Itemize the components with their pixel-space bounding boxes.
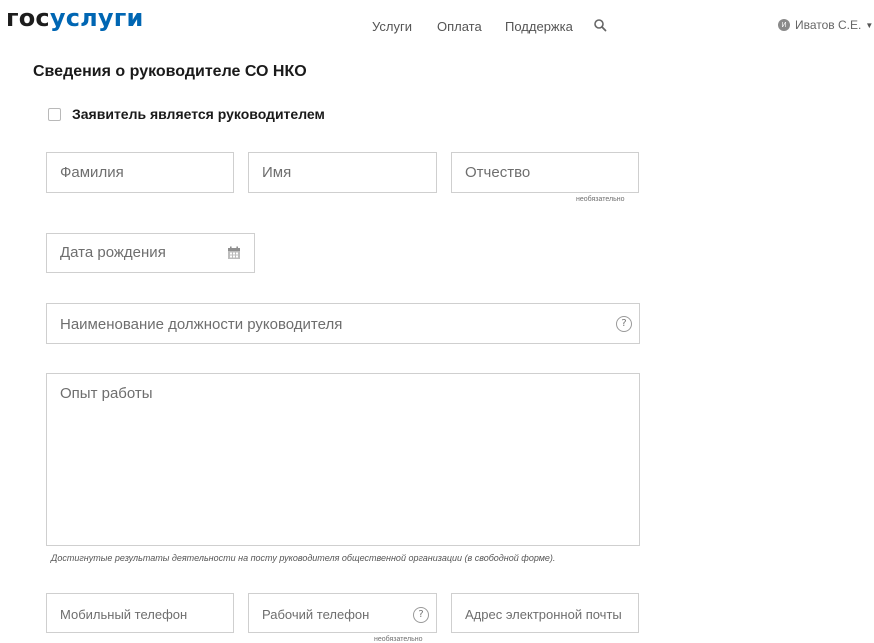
chevron-down-icon: ▼ [865,20,874,30]
user-menu[interactable]: И Иватов С.Е. ▼ [778,16,873,34]
applicant-is-head-checkbox[interactable] [48,107,61,121]
birthdate-placeholder: Дата рождения [60,244,166,261]
calendar-icon[interactable] [227,246,241,260]
lastname-placeholder: Фамилия [60,164,124,181]
email-placeholder: Адрес электронной почты [465,607,622,622]
user-avatar: И [778,19,790,31]
nav-link-support[interactable]: Поддержка [505,19,573,34]
work-experience-textarea[interactable]: Опыт работы [46,373,640,546]
logo-part-uslugi: услуги [49,4,144,32]
nav-link-payment[interactable]: Оплата [437,19,482,34]
work-phone-optional-hint: необязательно [374,636,423,643]
applicant-is-head-checkbox-row[interactable]: Заявитель является руководителем [48,106,325,122]
patronymic-optional-hint: необязательно [576,196,625,203]
applicant-is-head-label: Заявитель является руководителем [72,106,325,122]
page-title: Сведения о руководителе СО НКО [33,63,307,80]
user-name: Иватов С.Е. [795,18,862,32]
firstname-field[interactable]: Имя [248,152,437,193]
info-icon[interactable]: ? [413,607,429,623]
mobile-phone-field[interactable]: Мобильный телефон [46,593,234,633]
nav-link-services[interactable]: Услуги [372,19,412,34]
search-icon[interactable] [593,18,607,32]
patronymic-field[interactable]: Отчество [451,152,639,193]
position-title-placeholder: Наименование должности руководителя [60,316,343,333]
email-field[interactable]: Адрес электронной почты [451,593,639,633]
work-phone-placeholder: Рабочий телефон [262,607,370,622]
birthdate-field[interactable]: Дата рождения [46,233,255,273]
work-phone-field[interactable]: Рабочий телефон ? [248,593,437,633]
gosuslugi-logo[interactable]: госуслуги [6,4,144,32]
patronymic-placeholder: Отчество [465,164,531,181]
position-title-field[interactable]: Наименование должности руководителя ? [46,303,640,344]
work-experience-placeholder: Опыт работы [60,385,153,402]
work-experience-hint: Достигнутые результаты деятельности на п… [51,553,556,563]
header: госуслуги Услуги Оплата Поддержка И Иват… [0,0,874,44]
mobile-phone-placeholder: Мобильный телефон [60,607,188,622]
lastname-field[interactable]: Фамилия [46,152,234,193]
logo-part-gos: гос [6,4,50,32]
info-icon[interactable]: ? [616,316,632,332]
firstname-placeholder: Имя [262,164,292,181]
